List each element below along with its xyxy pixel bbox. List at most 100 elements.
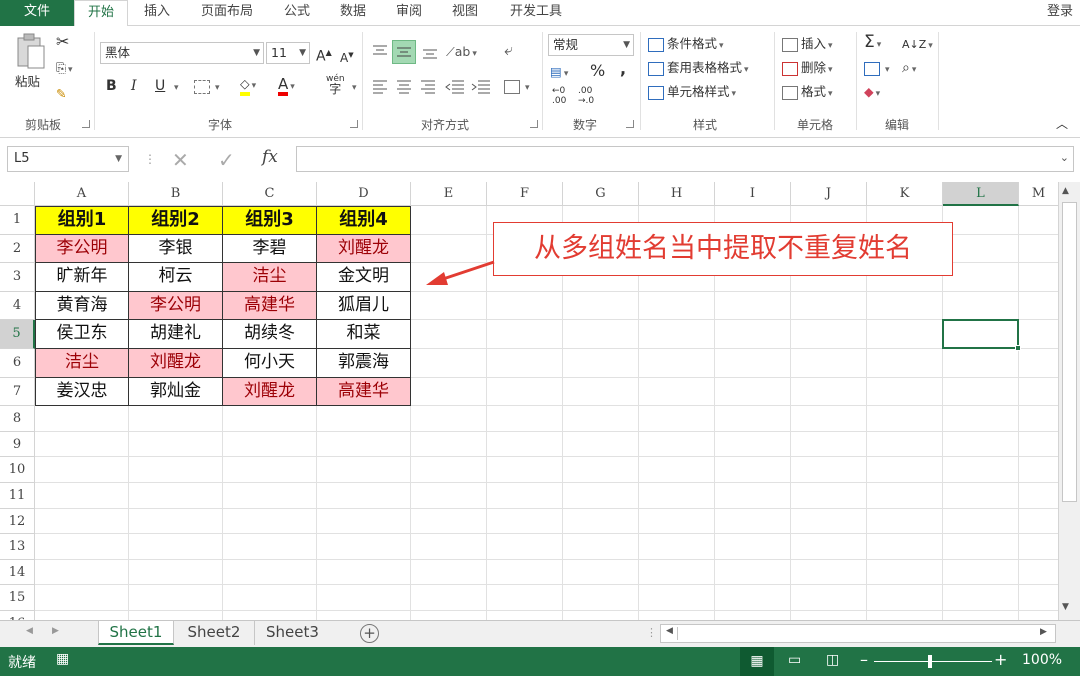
name-cell[interactable]: 何小天 [223, 349, 317, 378]
column-header-j[interactable]: J [791, 182, 867, 206]
row-header-12[interactable]: 12 [0, 508, 35, 535]
copy-icon[interactable]: ⎘ ▾ [56, 58, 73, 80]
add-sheet-icon[interactable]: + [360, 624, 379, 643]
align-bottom-button[interactable] [420, 42, 440, 64]
column-header-g[interactable]: G [563, 182, 639, 206]
row-header-14[interactable]: 14 [0, 559, 35, 586]
tab-developer[interactable]: 开发工具 [496, 0, 576, 26]
sheet-tab-1[interactable]: Sheet1 [98, 621, 174, 645]
column-header-f[interactable]: F [487, 182, 563, 206]
row-header-15[interactable]: 15 [0, 585, 35, 611]
table-header-cell[interactable]: 组别4 [317, 206, 411, 235]
merge-center-button[interactable]: ▾ [504, 76, 530, 98]
duplicate-name-cell[interactable]: 高建华 [317, 377, 411, 407]
duplicate-name-cell[interactable]: 刘醒龙 [223, 377, 317, 407]
h-scroll-thumb[interactable] [677, 627, 977, 640]
name-cell[interactable]: 李银 [129, 234, 223, 264]
name-cell[interactable]: 金文明 [317, 263, 411, 292]
name-cell[interactable]: 黄育海 [35, 291, 129, 321]
increase-decimal-button[interactable]: ←0.00 [552, 86, 566, 106]
cut-icon[interactable]: ✂ [56, 32, 69, 52]
file-tab[interactable]: 文件 [0, 0, 74, 26]
orientation-button[interactable]: ⟋ab ▾ [446, 42, 477, 64]
decrease-decimal-button[interactable]: .00 →.0 [578, 86, 594, 106]
format-cells-button[interactable]: 格式 ▾ [782, 82, 833, 104]
comma-button[interactable]: , [620, 59, 626, 79]
zoom-out-icon[interactable]: – [860, 650, 868, 669]
row-header-3[interactable]: 3 [0, 263, 35, 292]
name-cell[interactable]: 姜汉忠 [35, 377, 129, 407]
column-header-l[interactable]: L [943, 182, 1019, 206]
alignment-launcher-icon[interactable] [530, 120, 538, 128]
percent-button[interactable]: % [590, 61, 605, 81]
decrease-indent-button[interactable] [444, 78, 466, 98]
currency-button[interactable]: ▤ ▾ [550, 62, 568, 84]
table-header-cell[interactable]: 组别1 [35, 206, 129, 235]
format-as-table-button[interactable]: 套用表格格式 ▾ [648, 58, 749, 80]
scroll-thumb[interactable] [1062, 202, 1077, 502]
name-box[interactable]: L5 ▼ [7, 146, 129, 172]
delete-cells-button[interactable]: 删除 ▾ [782, 58, 833, 80]
scroll-down-icon[interactable]: ▼ [1062, 602, 1069, 612]
macro-record-icon[interactable]: ▦ [56, 651, 69, 667]
zoom-in-icon[interactable]: + [994, 650, 1007, 669]
wrap-text-icon[interactable]: ⤶ [504, 40, 513, 60]
fill-button[interactable]: ▾ [864, 58, 890, 80]
name-cell[interactable]: 旷新年 [35, 263, 129, 292]
table-header-cell[interactable]: 组别3 [223, 206, 317, 235]
name-cell[interactable]: 侯卫东 [35, 320, 129, 349]
scroll-left-icon[interactable]: ◀ [666, 626, 673, 636]
tab-insert[interactable]: 插入 [132, 0, 182, 26]
name-cell[interactable]: 郭灿金 [129, 377, 223, 407]
italic-button[interactable]: I [131, 76, 137, 96]
column-header-c[interactable]: C [223, 182, 317, 206]
sheet-tab-3[interactable]: Sheet3 [254, 621, 330, 645]
column-header-k[interactable]: K [867, 182, 943, 206]
clipboard-launcher-icon[interactable] [82, 120, 90, 128]
name-cell[interactable]: 李碧 [223, 234, 317, 264]
name-cell[interactable]: 郭震海 [317, 349, 411, 378]
row-header-4[interactable]: 4 [0, 291, 35, 321]
row-header-10[interactable]: 10 [0, 457, 35, 483]
paste-button[interactable] [14, 32, 48, 72]
duplicate-name-cell[interactable]: 刘醒龙 [129, 349, 223, 378]
autosum-button[interactable]: Σ ▾ [864, 32, 881, 55]
font-color-button[interactable]: A ▾ [278, 74, 295, 97]
tab-data[interactable]: 数据 [328, 0, 378, 26]
duplicate-name-cell[interactable]: 刘醒龙 [317, 234, 411, 264]
column-header-d[interactable]: D [317, 182, 411, 206]
clear-button[interactable]: ◆ ▾ [864, 82, 880, 104]
align-center-button[interactable] [394, 78, 414, 98]
number-launcher-icon[interactable] [626, 120, 634, 128]
column-header-a[interactable]: A [35, 182, 129, 206]
formula-input[interactable]: ⌄ [296, 146, 1074, 172]
align-left-button[interactable] [370, 78, 390, 98]
duplicate-name-cell[interactable]: 高建华 [223, 291, 317, 321]
phonetic-button[interactable]: wén 字 [326, 74, 345, 95]
column-header-m[interactable]: M [1019, 182, 1058, 206]
row-header-8[interactable]: 8 [0, 406, 35, 432]
row-header-13[interactable]: 13 [0, 534, 35, 560]
find-select-button[interactable]: ⌕ ▾ [902, 58, 916, 80]
page-layout-view-icon[interactable]: ▭ [788, 652, 801, 668]
column-header-b[interactable]: B [129, 182, 223, 206]
sheet-tab-2[interactable]: Sheet2 [176, 621, 252, 645]
duplicate-name-cell[interactable]: 李公明 [35, 234, 129, 264]
font-name-select[interactable]: 黑体 ▼ [100, 42, 264, 64]
row-header-1[interactable]: 1 [0, 206, 35, 235]
cell-styles-button[interactable]: 单元格样式 ▾ [648, 82, 736, 104]
row-header-2[interactable]: 2 [0, 234, 35, 264]
prev-sheet-icon[interactable]: ◀ [26, 626, 33, 636]
column-header-h[interactable]: H [639, 182, 715, 206]
active-cell-l5[interactable] [942, 319, 1021, 351]
underline-button[interactable]: U [155, 76, 165, 96]
login-link[interactable]: 登录 [1040, 0, 1080, 26]
row-header-7[interactable]: 7 [0, 377, 35, 407]
align-middle-button[interactable] [392, 40, 416, 64]
expand-formula-icon[interactable]: ⌄ [1060, 151, 1069, 164]
check-icon[interactable]: ✓ [218, 148, 235, 172]
row-header-16[interactable]: 16 [0, 611, 35, 620]
insert-cells-button[interactable]: 插入 ▾ [782, 34, 833, 56]
sort-filter-button[interactable]: A↓Z ▾ [902, 34, 933, 56]
font-size-select[interactable]: 11 ▼ [266, 42, 310, 64]
